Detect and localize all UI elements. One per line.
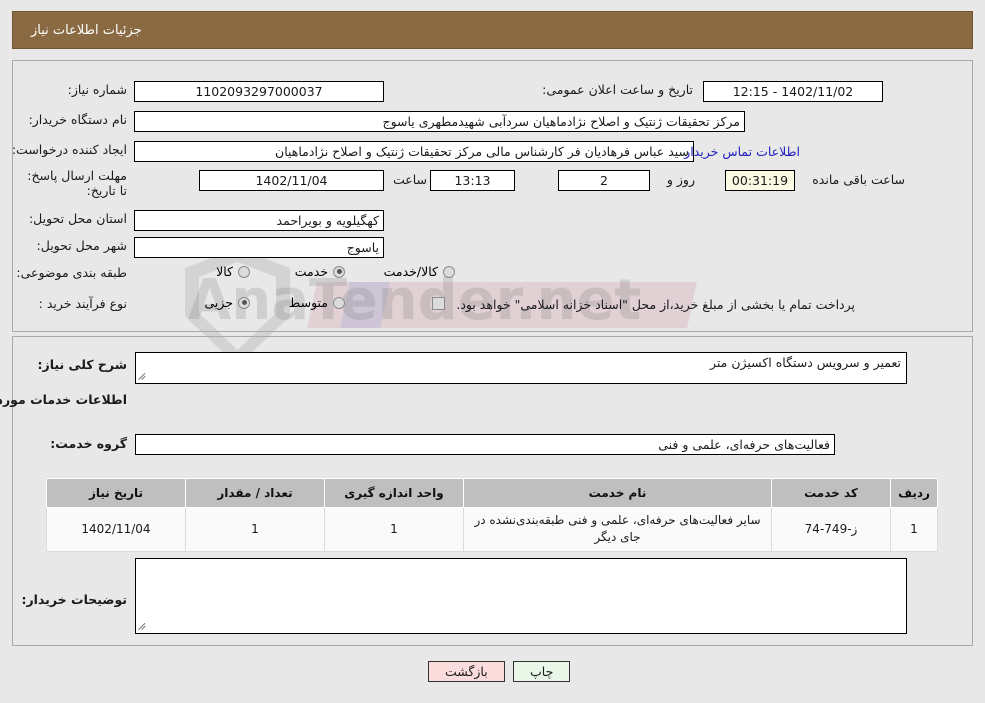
need-details-page: AnaTender.net جزئیات اطلاعات نیاز شماره …	[0, 0, 985, 703]
cell-unit: 1	[324, 507, 464, 552]
remaining-days-label: روز و	[666, 172, 695, 187]
radio-motevaset-icon[interactable]	[333, 296, 345, 309]
radio-jozi-icon[interactable]	[238, 296, 250, 309]
process-option-label-0: جزیی	[204, 295, 233, 310]
process-label: نوع فرآیند خرید :	[38, 296, 127, 311]
category-option-label-2: کالا/خدمت	[383, 264, 438, 279]
table-col-index: ردیف	[890, 478, 938, 508]
cell-name: سایر فعالیت‌های حرفه‌ای، علمی و فنی طبقه…	[463, 507, 772, 552]
general-desc-label: شرح کلی نیاز:	[37, 357, 127, 372]
service-group-value: فعالیت‌های حرفه‌ای، علمی و فنی	[135, 434, 835, 455]
buyer-notes-field[interactable]	[135, 558, 907, 634]
category-radio-kala-khedmat[interactable]: کالا/خدمت	[384, 264, 455, 279]
buyer-notes-label: توضیحات خریدار:	[21, 592, 127, 607]
province-value: کهگیلویه و بویراحمد	[134, 210, 384, 231]
need-number-value: 1102093297000037	[134, 81, 384, 102]
process-radio-motevaset[interactable]: متوسط	[289, 295, 345, 310]
cell-code: ز-749-74	[771, 507, 891, 552]
cell-index: 1	[890, 507, 938, 552]
category-radio-kala[interactable]: کالا	[216, 264, 250, 279]
services-section-title: اطلاعات خدمات مورد نیاز	[0, 392, 127, 407]
announce-datetime-label: تاریخ و ساعت اعلان عمومی:	[542, 82, 693, 97]
deadline-date-value: 1402/11/04	[199, 170, 384, 191]
category-option-label-1: خدمت	[294, 264, 328, 279]
category-label: طبقه بندی موضوعی:	[16, 265, 127, 280]
buyer-org-label: نام دستگاه خریدار:	[28, 112, 127, 127]
province-label: استان محل تحویل:	[28, 211, 127, 226]
service-group-label: گروه خدمت:	[50, 436, 127, 451]
table-col-qty: تعداد / مقدار	[185, 478, 325, 508]
treasury-note: پرداخت تمام یا بخشی از مبلغ خرید،از محل …	[456, 297, 855, 312]
resize-grip-icon	[138, 372, 148, 382]
page-title: جزئیات اطلاعات نیاز	[31, 22, 142, 38]
resize-grip-icon-notes	[138, 622, 148, 632]
table-header-row: ردیف کد خدمت نام خدمت واحد اندازه گیری ت…	[46, 478, 938, 508]
request-creator-value: سید عباس فرهادیان فر کارشناس مالی مرکز ت…	[134, 141, 694, 162]
services-table: ردیف کد خدمت نام خدمت واحد اندازه گیری ت…	[46, 478, 938, 552]
city-value: یاسوج	[134, 237, 384, 258]
table-col-name: نام خدمت	[463, 478, 772, 508]
footer-spacer	[0, 690, 985, 703]
treasury-checkbox[interactable]	[432, 297, 445, 310]
back-button[interactable]: بازگشت	[428, 661, 505, 682]
table-row: 1 ز-749-74 سایر فعالیت‌های حرفه‌ای، علمی…	[46, 507, 938, 552]
table-col-code: کد خدمت	[771, 478, 891, 508]
radio-khedmat-icon[interactable]	[333, 265, 345, 278]
hour-label: ساعت	[392, 172, 427, 187]
need-number-label: شماره نیاز:	[67, 82, 127, 97]
remaining-time-label: ساعت باقی مانده	[812, 172, 905, 187]
radio-kala-icon[interactable]	[238, 265, 250, 278]
process-radio-jozi[interactable]: جزیی	[204, 295, 250, 310]
page-header: جزئیات اطلاعات نیاز	[12, 11, 973, 49]
remaining-days-value: 2	[558, 170, 650, 191]
deadline-time-value: 13:13	[430, 170, 515, 191]
city-label: شهر محل تحویل:	[36, 238, 127, 253]
deadline-label: مهلت ارسال پاسخ: تا تاریخ:	[27, 168, 127, 198]
buyer-contact-link[interactable]: اطلاعات تماس خریدار	[684, 144, 800, 159]
table-col-unit: واحد اندازه گیری	[324, 478, 464, 508]
announce-datetime-value: 1402/11/02 - 12:15	[703, 81, 883, 102]
process-option-label-1: متوسط	[288, 295, 328, 310]
cell-need-date: 1402/11/04	[46, 507, 186, 552]
buyer-org-value: مرکز تحقیقات ژنتیک و اصلاح نژادماهیان سر…	[134, 111, 745, 132]
category-option-label-0: کالا	[216, 264, 233, 279]
general-desc-value: تعمیر و سرویس دستگاه اکسیژن متر	[135, 352, 907, 384]
radio-kala-khedmat-icon[interactable]	[443, 265, 455, 278]
request-creator-label: ایجاد کننده درخواست:	[11, 142, 127, 157]
general-desc-text: تعمیر و سرویس دستگاه اکسیژن متر	[710, 355, 901, 370]
print-button[interactable]: چاپ	[513, 661, 571, 682]
category-radio-khedmat[interactable]: خدمت	[295, 264, 345, 279]
table-col-need-date: تاریخ نیاز	[46, 478, 186, 508]
remaining-time-value: 00:31:19	[725, 170, 795, 191]
cell-qty: 1	[185, 507, 325, 552]
